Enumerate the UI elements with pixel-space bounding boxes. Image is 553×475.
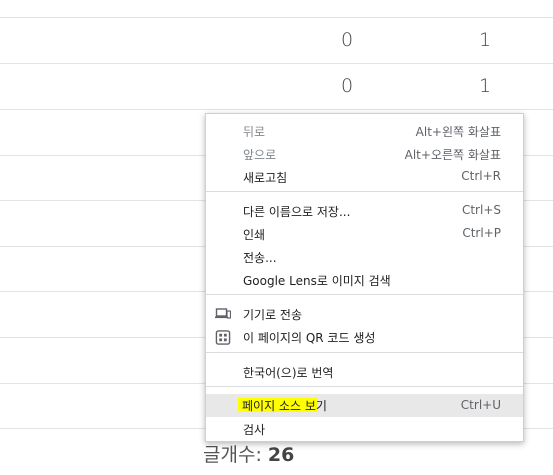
menu-item-label: 검사 [243, 423, 266, 437]
table-cell: 1 [479, 29, 492, 51]
table-row-divider [0, 17, 553, 18]
menu-item-qr-code[interactable]: 이 페이지의 QR 코드 생성 [206, 325, 523, 348]
menu-item-translate[interactable]: 한국어(으)로 번역 [206, 360, 523, 383]
table-row-divider [0, 63, 553, 64]
table-cell: 1 [479, 75, 492, 97]
menu-item-shortcut: Ctrl+P [462, 226, 501, 240]
table-cell: 0 [341, 75, 354, 97]
menu-item-label: 인쇄 [243, 228, 266, 242]
table-cell: 0 [341, 29, 354, 51]
menu-separator [206, 352, 523, 353]
menu-item-view-source-label: 페이지 소스 보기 [242, 399, 327, 413]
menu-item-shortcut: Ctrl+U [460, 398, 501, 412]
menu-item-shortcut: Alt+왼쪽 화살표 [415, 125, 501, 139]
context-menu: 뒤로 Alt+왼쪽 화살표 앞으로 Alt+오른쪽 화살표 새로고침 Ctrl+… [205, 113, 524, 442]
post-count: 글개수: 26 [203, 440, 294, 467]
menu-item-shortcut: Ctrl+S [461, 203, 501, 217]
qr-code-icon [215, 330, 231, 345]
menu-separator [206, 191, 523, 192]
menu-item-save-as[interactable]: 다른 이름으로 저장... Ctrl+S [206, 199, 523, 222]
menu-item-inspect[interactable]: 검사 [206, 417, 523, 440]
menu-item-print[interactable]: 인쇄 Ctrl+P [206, 222, 523, 245]
menu-item-label: 기기로 전송 [243, 308, 303, 322]
menu-item-label: 이 페이지의 QR 코드 생성 [243, 331, 376, 345]
menu-separator [206, 294, 523, 295]
menu-item-back[interactable]: 뒤로 Alt+왼쪽 화살표 [206, 119, 523, 142]
menu-item-shortcut: Ctrl+R [461, 169, 501, 183]
post-count-value: 26 [267, 444, 295, 466]
menu-item-label: 다른 이름으로 저장... [243, 205, 351, 219]
menu-item-label: Google Lens로 이미지 검색 [243, 274, 391, 288]
menu-item-label: 뒤로 [243, 125, 266, 139]
table-row-divider [0, 109, 553, 110]
menu-item-label: 전송... [243, 251, 277, 265]
menu-item-shortcut: Alt+오른쪽 화살표 [404, 148, 501, 162]
menu-item-google-lens[interactable]: Google Lens로 이미지 검색 [206, 268, 523, 291]
menu-item-label: 새로고침 [243, 171, 288, 185]
menu-item-label: 앞으로 [243, 148, 277, 162]
menu-item-reload[interactable]: 새로고침 Ctrl+R [206, 165, 523, 188]
devices-icon [215, 308, 231, 319]
menu-item-cast[interactable]: 전송... [206, 245, 523, 268]
menu-separator [206, 386, 523, 387]
post-count-label: 글개수: [203, 444, 262, 466]
menu-item-forward[interactable]: 앞으로 Alt+오른쪽 화살표 [206, 142, 523, 165]
menu-item-send-to-devices[interactable]: 기기로 전송 [206, 302, 523, 325]
menu-item-label: 한국어(으)로 번역 [243, 366, 334, 380]
